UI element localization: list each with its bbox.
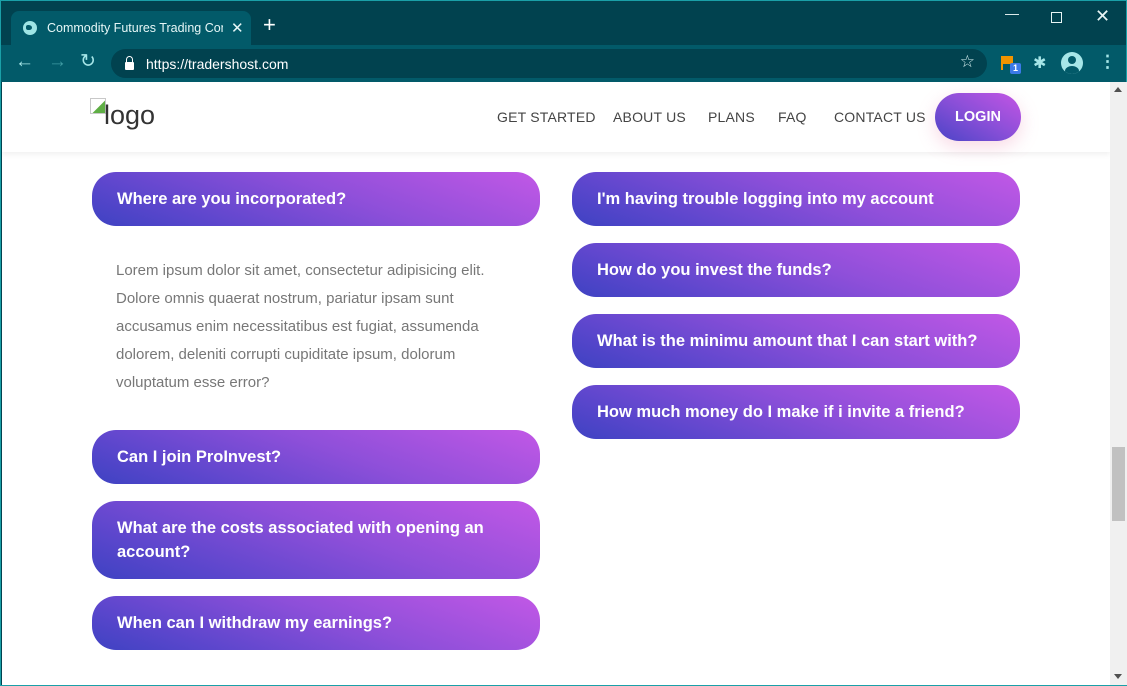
bookmark-star-icon[interactable]: ☆ bbox=[960, 52, 975, 72]
menu-dots-icon[interactable]: ⋮ bbox=[1099, 52, 1116, 72]
faq-question[interactable]: I'm having trouble logging into my accou… bbox=[572, 172, 1020, 226]
scroll-up-arrow-icon[interactable] bbox=[1114, 87, 1122, 92]
back-icon[interactable]: ← bbox=[15, 51, 34, 73]
site-header: logo GET STARTED ABOUT US PLANS FAQ CONT… bbox=[2, 82, 1110, 152]
globe-icon bbox=[23, 21, 37, 35]
extension-badge: 1 bbox=[1010, 63, 1021, 74]
login-button[interactable]: LOGIN bbox=[935, 93, 1021, 141]
puzzle-extensions-icon[interactable]: ✱ bbox=[1033, 53, 1046, 73]
url-text[interactable]: https://tradershost.com bbox=[146, 56, 288, 72]
faq-question[interactable]: What are the costs associated with openi… bbox=[92, 501, 540, 579]
scroll-down-arrow-icon[interactable] bbox=[1114, 674, 1122, 679]
minimize-button[interactable]: — bbox=[1005, 5, 1019, 21]
site-logo[interactable]: logo bbox=[90, 98, 155, 131]
nav-contact-us[interactable]: CONTACT US bbox=[834, 109, 926, 125]
lock-icon bbox=[125, 55, 134, 70]
web-page: logo GET STARTED ABOUT US PLANS FAQ CONT… bbox=[2, 82, 1110, 685]
browser-tab[interactable]: Commodity Futures Trading Com ✕ bbox=[11, 11, 251, 45]
tab-close-icon[interactable]: ✕ bbox=[231, 19, 244, 37]
browser-toolbar: ← → ↻ https://tradershost.com ☆ 1 ✱ ⋮ bbox=[1, 45, 1126, 82]
faq-answer: Lorem ipsum dolor sit amet, consectetur … bbox=[116, 262, 485, 391]
title-bar: Commodity Futures Trading Com ✕ + — ✕ bbox=[1, 1, 1126, 45]
forward-icon[interactable]: → bbox=[48, 51, 67, 73]
faq-question[interactable]: What is the minimu amount that I can sta… bbox=[572, 314, 1020, 368]
profile-avatar-icon[interactable] bbox=[1061, 52, 1083, 74]
new-tab-button[interactable]: + bbox=[263, 14, 276, 36]
tab-title: Commodity Futures Trading Com bbox=[47, 21, 223, 35]
page-scrollbar[interactable] bbox=[1110, 82, 1127, 685]
faq-question[interactable]: When can I withdraw my earnings? bbox=[92, 596, 540, 650]
nav-get-started[interactable]: GET STARTED bbox=[497, 109, 596, 125]
nav-faq[interactable]: FAQ bbox=[778, 109, 807, 125]
browser-window: Commodity Futures Trading Com ✕ + — ✕ ← … bbox=[0, 0, 1127, 686]
nav-about-us[interactable]: ABOUT US bbox=[613, 109, 686, 125]
logo-alt-text: logo bbox=[104, 100, 156, 130]
flag-extension-icon[interactable]: 1 bbox=[1001, 56, 1021, 74]
faq-question[interactable]: How much money do I make if i invite a f… bbox=[572, 385, 1020, 439]
maximize-button[interactable] bbox=[1051, 12, 1062, 23]
close-window-button[interactable]: ✕ bbox=[1095, 6, 1110, 27]
address-bar[interactable]: https://tradershost.com ☆ bbox=[111, 49, 987, 78]
faq-question[interactable]: Can I join ProInvest? bbox=[92, 430, 540, 484]
faq-question[interactable]: Where are you incorporated? bbox=[92, 172, 540, 226]
faq-question[interactable]: How do you invest the funds? bbox=[572, 243, 1020, 297]
scrollbar-thumb[interactable] bbox=[1112, 447, 1125, 521]
reload-icon[interactable]: ↻ bbox=[80, 51, 96, 73]
nav-plans[interactable]: PLANS bbox=[708, 109, 755, 125]
